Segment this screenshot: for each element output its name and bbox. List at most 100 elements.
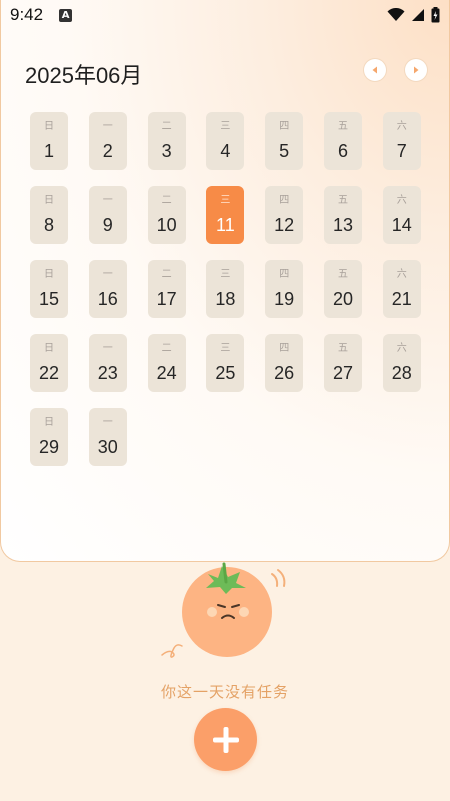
day-cell[interactable]: 一 23 (88, 334, 127, 392)
weekday-label: 二 (161, 269, 172, 280)
day-number: 2 (102, 141, 113, 161)
day-number: 28 (391, 363, 412, 383)
weekday-label: 一 (102, 417, 113, 428)
chevron-right-icon (414, 66, 419, 74)
weekday-label: 四 (279, 195, 290, 206)
day-cell[interactable]: 三 25 (206, 334, 245, 392)
notification-icon: A (59, 8, 73, 22)
day-cell[interactable]: 四 26 (265, 334, 304, 392)
day-cell[interactable]: 三4 (206, 112, 245, 170)
day-cell[interactable]: 日 29 (30, 408, 68, 466)
weekday-label: 四 (279, 269, 290, 280)
day-number: 12 (274, 215, 295, 235)
day-cell[interactable]: 二 24 (147, 334, 186, 392)
weekday-label: 四 (279, 343, 290, 354)
day-number: 27 (332, 363, 353, 383)
weekday-label: 日 (44, 121, 54, 132)
day-cell[interactable]: 日 22 (30, 334, 68, 392)
weekday-label: 日 (44, 195, 54, 206)
weekday-label: 日 (44, 269, 54, 280)
day-cell[interactable]: 六 28 (382, 334, 421, 392)
day-cell[interactable]: 二 17 (147, 260, 186, 318)
day-number: 4 (220, 141, 231, 161)
day-cell[interactable]: 一9 (88, 186, 127, 244)
chevron-left-icon (372, 66, 377, 74)
signal-icon (412, 9, 424, 21)
weekday-label: 五 (337, 195, 348, 206)
weekday-label: 一 (102, 121, 113, 132)
day-cell[interactable]: 日1 (30, 112, 68, 170)
weekday-label: 三 (220, 195, 231, 206)
add-task-button[interactable] (194, 708, 257, 771)
weekday-label: 五 (337, 269, 348, 280)
day-cell[interactable]: 五 27 (323, 334, 362, 392)
day-cell[interactable]: 六 21 (382, 260, 421, 318)
weekday-label: 六 (396, 195, 407, 206)
status-time: 9:42 (10, 5, 44, 24)
day-number: 22 (38, 363, 60, 383)
day-cell[interactable]: 五 20 (323, 260, 362, 318)
weekday-label: 三 (220, 343, 231, 354)
day-cell[interactable]: 日 15 (30, 260, 68, 318)
weekday-label: 一 (102, 343, 113, 354)
empty-state-message: 你这一天没有任务 (160, 683, 289, 701)
calendar-card: 2025年06月 日 1 一 2 二 3 三 4 四 5 五 6 六 7 日 8 一 9 二 10 三 11 四 12 五 13 六… (0, 0, 450, 562)
day-cell[interactable]: 六7 (382, 112, 421, 170)
status-bar: 9:42 A (0, 0, 450, 30)
day-cell[interactable]: 一2 (88, 112, 127, 170)
day-number: 11 (216, 215, 235, 235)
day-number: 13 (332, 215, 353, 235)
day-number: 26 (274, 363, 295, 383)
battery-charging-icon (431, 7, 440, 23)
weekday-label: 五 (337, 121, 348, 132)
day-cell[interactable]: 六 14 (382, 186, 421, 244)
day-cell[interactable]: 二3 (147, 112, 186, 170)
weekday-label: 五 (337, 343, 348, 354)
day-cell-selected[interactable]: 三 11 (206, 186, 245, 244)
weekday-label: 六 (396, 269, 407, 280)
day-number: 17 (156, 289, 177, 309)
day-number: 25 (215, 363, 236, 383)
day-number: 9 (102, 215, 113, 235)
day-cell[interactable]: 五 13 (323, 186, 362, 244)
day-number: 16 (97, 289, 118, 309)
day-cell[interactable]: 四 19 (265, 260, 304, 318)
next-month-button[interactable] (405, 59, 427, 81)
wifi-icon (387, 8, 405, 21)
weekday-label: 六 (396, 343, 407, 354)
day-number: 30 (97, 437, 118, 457)
day-number: 6 (337, 141, 348, 161)
day-cell[interactable]: 日8 (30, 186, 68, 244)
day-number: 14 (391, 215, 412, 235)
day-cell[interactable]: 三 18 (206, 260, 245, 318)
day-number: 5 (279, 141, 290, 161)
weekday-label: 日 (44, 343, 54, 354)
day-cell[interactable]: 一 30 (88, 408, 127, 466)
weekday-label: 一 (102, 195, 113, 206)
weekday-label: 四 (279, 121, 290, 132)
day-number: 19 (274, 289, 295, 309)
weekday-label: 二 (161, 121, 172, 132)
weekday-label: 一 (102, 269, 113, 280)
day-cell[interactable]: 五6 (323, 112, 362, 170)
day-cell[interactable]: 一 16 (88, 260, 127, 318)
day-cell[interactable]: 四5 (265, 112, 304, 170)
day-number: 8 (43, 215, 54, 235)
weekday-label: 二 (161, 195, 172, 206)
weekday-label: 日 (44, 417, 54, 428)
day-cell[interactable]: 二 10 (147, 186, 186, 244)
weekday-label: 六 (396, 121, 407, 132)
day-number: 21 (391, 289, 412, 309)
day-number: 18 (215, 289, 236, 309)
weekday-label: 三 (220, 269, 231, 280)
tomato-mascot-icon (161, 562, 286, 658)
day-number: 29 (38, 437, 60, 457)
day-number: 10 (156, 215, 177, 235)
day-cell[interactable]: 四 12 (265, 186, 304, 244)
calendar-grid: 日 1 一 2 二 3 三 4 四 5 五 6 六 7 日 8 一 9 二 10 三 11 四 12 五 13 六 14 日 15 一 16 二… (30, 112, 421, 466)
weekday-label: 二 (161, 343, 172, 354)
prev-month-button[interactable] (364, 59, 386, 81)
day-number: 23 (97, 363, 118, 383)
day-number: 24 (156, 363, 177, 383)
weekday-label: 三 (220, 121, 231, 132)
